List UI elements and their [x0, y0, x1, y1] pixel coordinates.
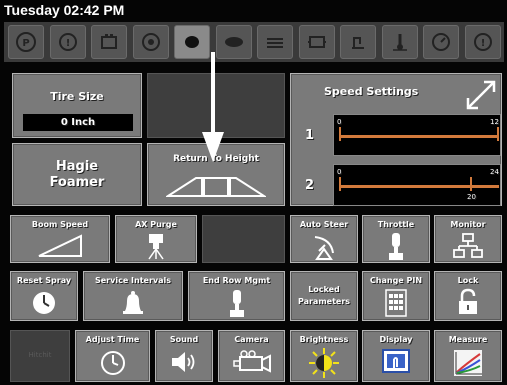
camera-label: Camera — [234, 335, 269, 344]
video-camera-icon — [219, 349, 284, 377]
boom-speed-label: Boom Speed — [31, 220, 89, 229]
clock: Tuesday 02:42 PM — [4, 2, 125, 18]
ramp-icon — [11, 232, 109, 258]
down-arrow-icon — [202, 52, 224, 162]
speed-min-label: 0 — [337, 168, 342, 176]
throttle-label: Throttle — [377, 220, 415, 229]
bell-icon — [84, 289, 182, 317]
clock-icon-2 — [76, 349, 149, 377]
hitchit-tile: Hitchit — [10, 330, 70, 382]
service-intervals-button[interactable]: Service Intervals — [83, 271, 183, 321]
warning-icon: ! — [464, 25, 501, 59]
satellite-dish-icon — [291, 231, 357, 261]
hitchit-label: Hitchit — [28, 351, 52, 359]
chart-icon — [435, 348, 501, 378]
adjust-time-label: Adjust Time — [85, 335, 140, 344]
padlock-icon — [435, 288, 501, 316]
speed-range-slider[interactable]: 0 12 — [333, 114, 501, 156]
touch-screen-icon — [363, 347, 429, 377]
network-icon — [435, 232, 501, 260]
brightness-button[interactable]: Brightness — [290, 330, 358, 382]
sound-label: Sound — [169, 335, 199, 344]
boom-speed-button[interactable]: Boom Speed — [10, 215, 110, 263]
camera-button[interactable]: Camera — [218, 330, 285, 382]
change-pin-button[interactable]: Change PIN — [362, 271, 430, 321]
display-button[interactable]: Display — [362, 330, 430, 382]
speed-row-index: 1 — [305, 128, 315, 143]
locked-parameters-label: Locked Parameters — [297, 285, 351, 306]
tire-size-button[interactable]: Tire Size 0 Inch — [12, 73, 142, 138]
speed-settings-panel[interactable]: Speed Settings 1 0 12 2 0 24 20 — [290, 73, 502, 206]
hagie-foamer-label: Hagie Foamer — [49, 158, 105, 190]
engine-icon — [298, 25, 335, 59]
fluid-level-icon — [257, 25, 293, 59]
display-label: Display — [379, 335, 413, 344]
sound-button[interactable]: Sound — [155, 330, 213, 382]
speed-max-label: 24 — [490, 168, 499, 176]
brake-icon: ! — [49, 25, 86, 59]
tire-size-label: Tire Size — [50, 90, 104, 103]
speaker-icon — [156, 350, 212, 374]
ax-purge-button[interactable]: AX Purge — [115, 215, 197, 263]
lock-button[interactable]: Lock — [434, 271, 502, 321]
adjust-time-button[interactable]: Adjust Time — [75, 330, 150, 382]
speed-row-index: 2 — [305, 178, 315, 193]
measure-label: Measure — [448, 335, 488, 344]
change-pin-label: Change PIN — [369, 276, 423, 285]
brightness-label: Brightness — [299, 335, 349, 344]
speed-range-track — [339, 135, 499, 138]
svg-text:P: P — [22, 38, 29, 49]
sun-icon — [291, 347, 357, 379]
auto-steer-button[interactable]: Auto Steer — [290, 215, 358, 263]
speed-max-handle[interactable] — [470, 177, 472, 191]
lock-label: Lock — [457, 276, 479, 285]
monitor-label: Monitor — [450, 220, 486, 229]
pressure-icon — [423, 25, 459, 59]
tire-size-value-box: 0 Inch — [23, 114, 133, 131]
auto-steer-label: Auto Steer — [299, 220, 349, 229]
hydraulic-icon — [340, 25, 376, 59]
speed-range-slider[interactable]: 0 24 20 — [333, 164, 501, 206]
speed-max-label: 12 — [490, 118, 499, 126]
expand-icon[interactable] — [464, 78, 498, 112]
reset-spray-button[interactable]: Reset Spray — [10, 271, 78, 321]
speed-min-handle[interactable] — [339, 127, 341, 141]
svg-text:!: ! — [480, 38, 485, 49]
steering-icon — [132, 25, 169, 59]
joystick-icon — [363, 230, 429, 262]
hagie-foamer-button[interactable]: Hagie Foamer — [12, 143, 142, 206]
empty-tile-2 — [202, 215, 285, 263]
locked-parameters-button[interactable]: Locked Parameters — [290, 271, 358, 321]
parking-brake-icon: P — [8, 25, 44, 59]
speed-min-label: 0 — [337, 118, 342, 126]
joystick-icon-2 — [189, 287, 284, 319]
speed-min-handle[interactable] — [339, 177, 341, 191]
boom-fold-icon — [148, 176, 284, 198]
ax-purge-label: AX Purge — [135, 220, 177, 229]
end-row-mgmt-label: End Row Mgmt — [202, 276, 271, 285]
temperature-icon — [381, 25, 418, 59]
speed-range-track — [339, 185, 499, 188]
battery-icon — [91, 25, 127, 59]
keypad-icon — [363, 289, 429, 317]
nozzle-icon — [116, 231, 196, 261]
end-row-mgmt-button[interactable]: End Row Mgmt — [188, 271, 285, 321]
clock-icon — [11, 289, 77, 317]
monitor-button[interactable]: Monitor — [434, 215, 502, 263]
speed-max-handle[interactable] — [497, 127, 499, 141]
svg-text:!: ! — [65, 38, 70, 49]
tire-size-value: 0 Inch — [60, 117, 96, 128]
measure-button[interactable]: Measure — [434, 330, 502, 382]
speed-current-label: 20 — [467, 193, 476, 201]
reset-spray-label: Reset Spray — [16, 276, 72, 285]
throttle-button[interactable]: Throttle — [362, 215, 430, 263]
service-intervals-label: Service Intervals — [94, 276, 172, 285]
